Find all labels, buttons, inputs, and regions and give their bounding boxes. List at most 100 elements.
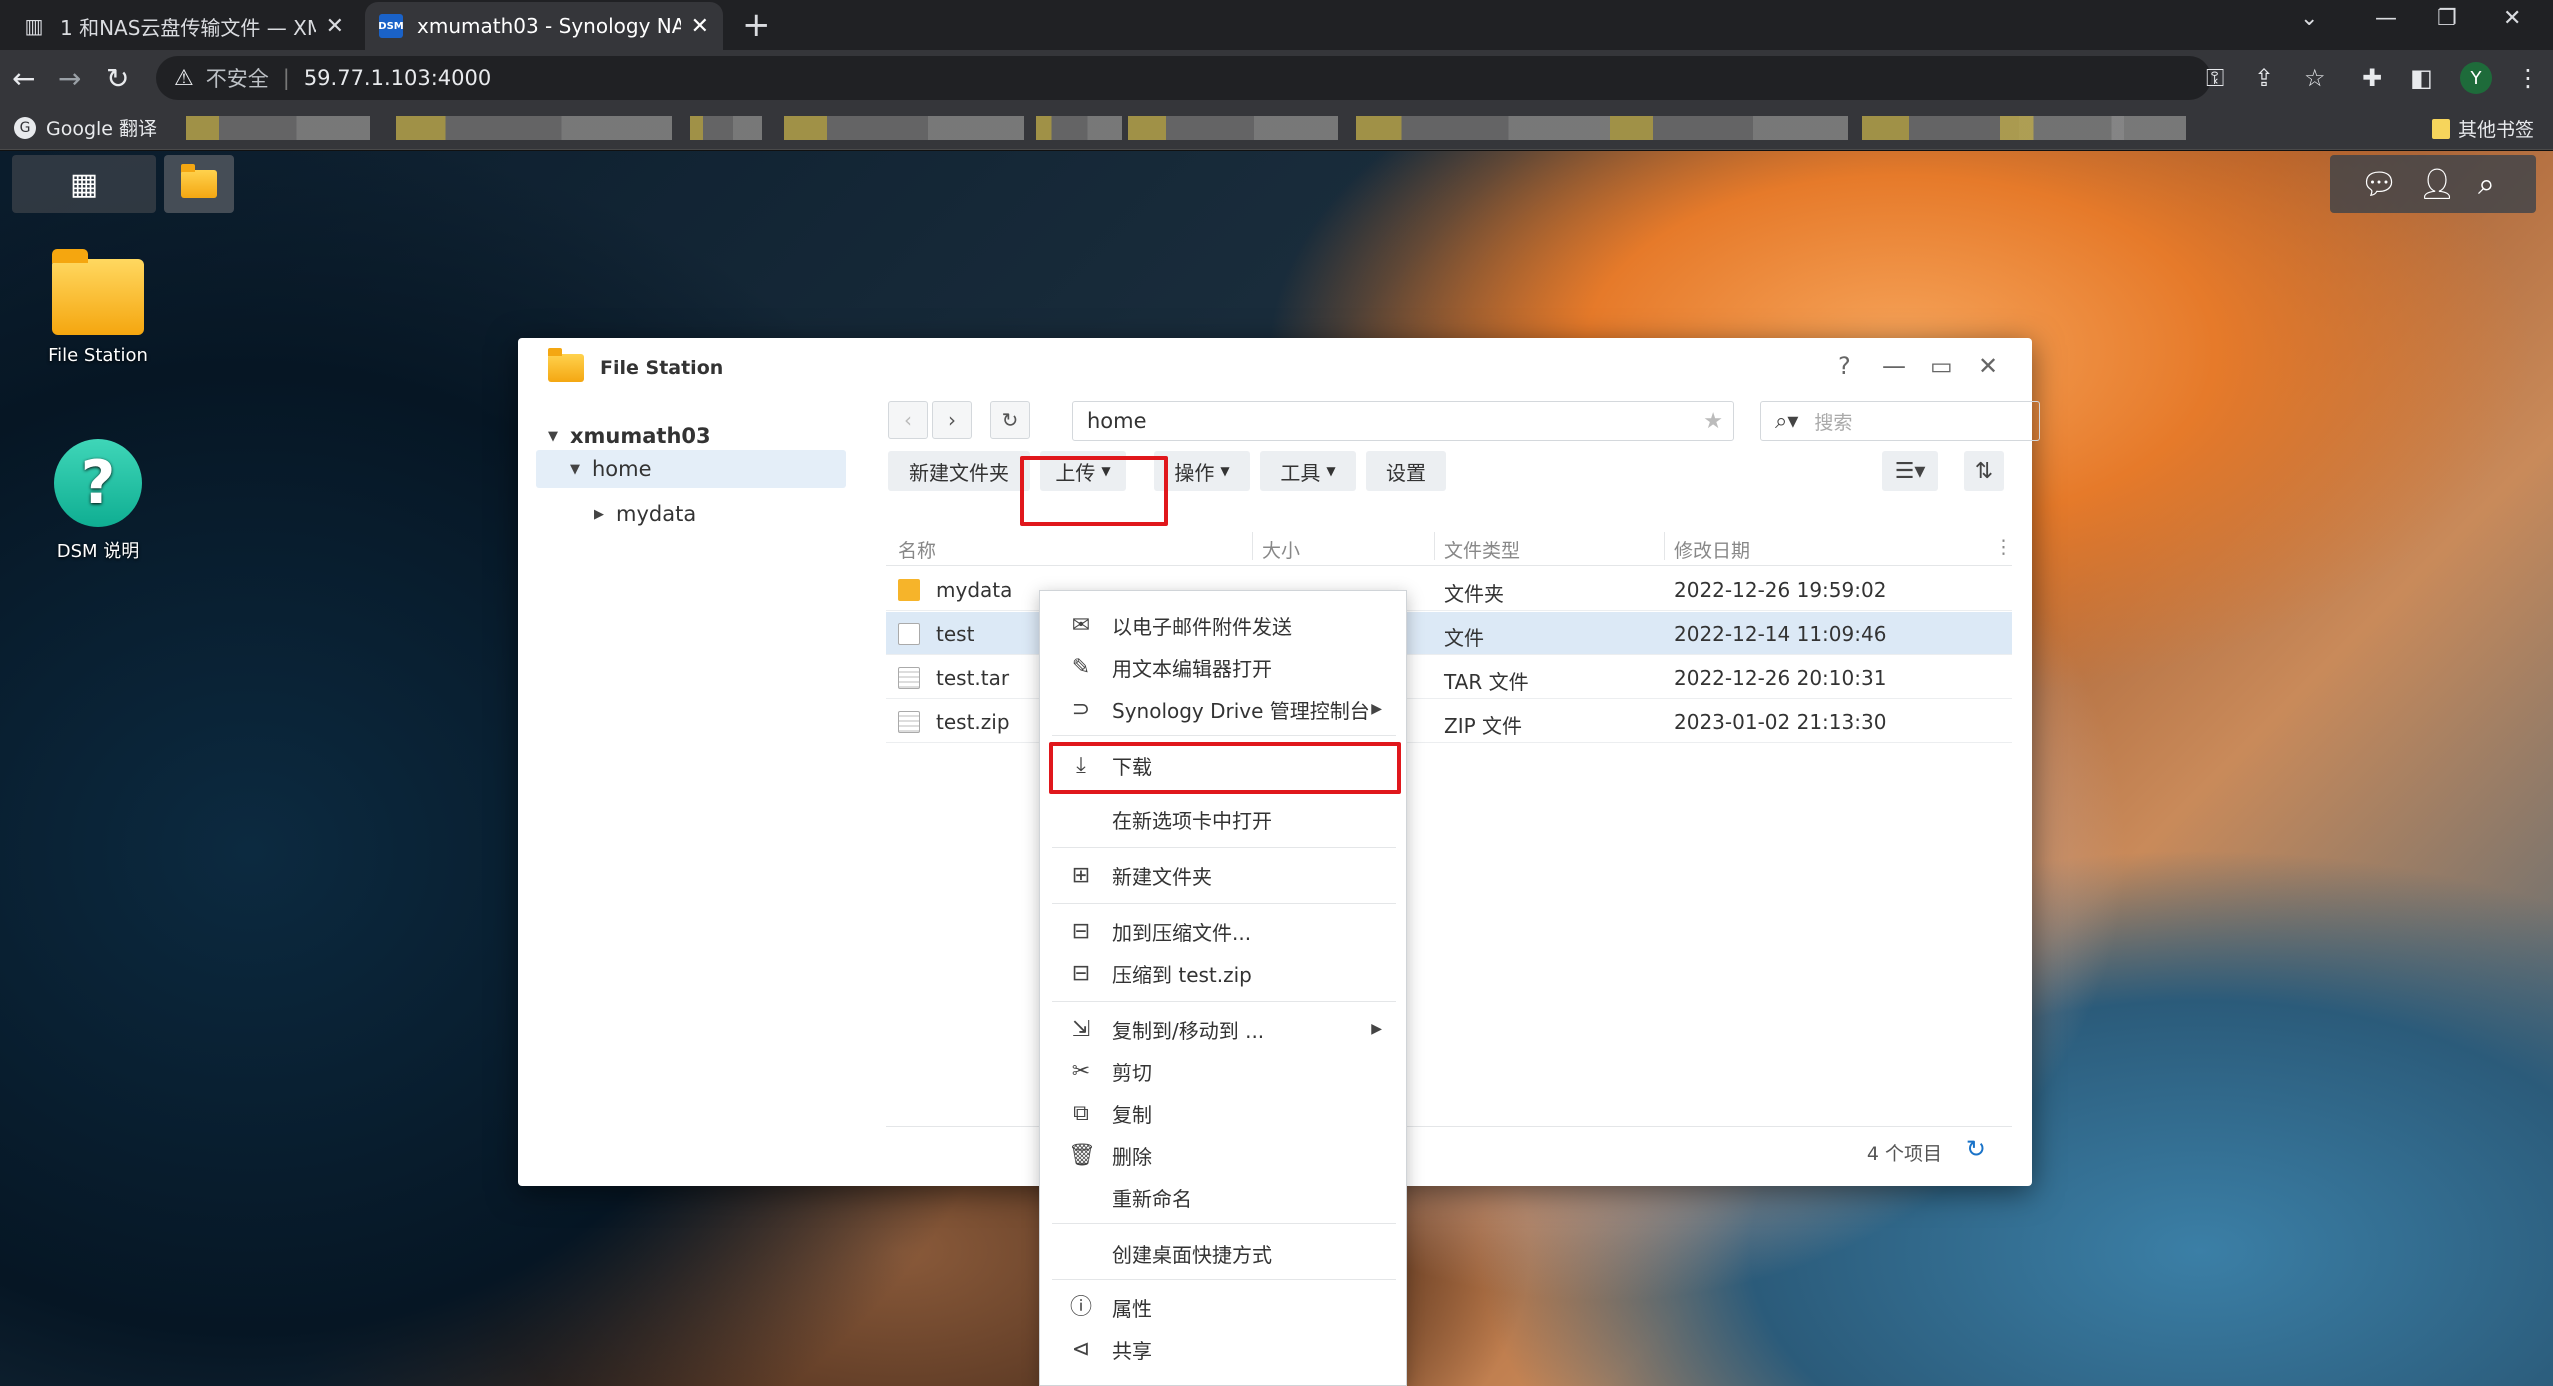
path-text: home (1087, 409, 1147, 433)
menu-item-copy[interactable]: ⧉ 复制 (1040, 1093, 1408, 1133)
column-type[interactable]: 文件类型 (1444, 536, 1520, 563)
bookmark-blurred[interactable] (784, 116, 1024, 140)
main-menu-button[interactable]: ▦ (12, 155, 156, 213)
more-menu-icon[interactable]: ⋮ (2516, 64, 2540, 92)
settings-button[interactable]: 设置 (1366, 451, 1446, 491)
menu-item-share[interactable]: ⊲ 共享 (1040, 1329, 1408, 1369)
menu-item-email[interactable]: ✉ 以电子邮件附件发送 (1040, 605, 1408, 645)
sort-icon: ⇅ (1974, 458, 1994, 484)
other-bookmarks[interactable]: 其他书签 (2432, 115, 2534, 142)
side-panel-icon[interactable]: ◧ (2410, 64, 2433, 92)
tree-node-mydata[interactable]: ▶ mydata (594, 496, 696, 532)
menu-item-delete[interactable]: 🗑︎ 删除 (1040, 1135, 1408, 1175)
minimize-window-icon[interactable]: — (2375, 6, 2397, 31)
share-page-icon[interactable]: ⇪ (2254, 64, 2274, 92)
key-icon[interactable]: ⚿ (2206, 64, 2224, 92)
profile-avatar[interactable]: Y (2460, 62, 2492, 94)
close-button[interactable]: ✕ (1978, 352, 1998, 380)
menu-item-cut[interactable]: ✂ 剪切 (1040, 1051, 1408, 1091)
search-placeholder: 搜索 (1814, 411, 1853, 434)
menu-item-add-archive[interactable]: ⊟ 加到压缩文件... (1040, 911, 1408, 951)
bookmark-star-icon[interactable]: ☆ (2304, 64, 2326, 92)
notification-bubble-icon[interactable]: 💬︎ (2360, 167, 2398, 202)
help-button[interactable]: ? (1838, 352, 1851, 380)
bookmark-blurred[interactable] (1128, 116, 1338, 140)
restore-window-icon[interactable]: ❐ (2437, 6, 2457, 31)
menu-item-properties[interactable]: ⓘ 属性 (1040, 1287, 1408, 1327)
tree-label: xmumath03 (570, 424, 711, 448)
back-button[interactable]: ‹ (888, 401, 928, 439)
bookmark-blurred[interactable] (1356, 116, 1610, 140)
column-name[interactable]: 名称 (898, 536, 936, 563)
path-bar[interactable]: home ★ (1072, 401, 1734, 441)
extensions-icon[interactable]: ✚ (2362, 64, 2382, 92)
user-icon[interactable]: 👤︎ (2418, 167, 2456, 202)
minimize-button[interactable]: — (1882, 352, 1906, 380)
bookmark-blurred[interactable] (2000, 116, 2186, 140)
list-view-button[interactable]: ☰▾ (1882, 451, 1938, 491)
menu-label: Synology Drive 管理控制台 (1112, 698, 1370, 723)
caret-down-icon: ▼ (548, 428, 558, 444)
desktop-icon-dsm-help[interactable]: ? DSM 说明 (18, 439, 178, 563)
reload-icon[interactable]: ↻ (106, 62, 129, 95)
desktop-icon-file-station[interactable]: File Station (18, 249, 178, 366)
forward-button[interactable]: › (932, 401, 972, 439)
menu-label: 用文本编辑器打开 (1112, 656, 1272, 681)
favorite-star-icon[interactable]: ★ (1703, 409, 1723, 434)
tab-search-chevron-icon[interactable]: ⌄ (2300, 6, 2318, 31)
menu-item-synology-drive[interactable]: ⊃ Synology Drive 管理控制台 ▶ (1040, 689, 1408, 729)
folder-icon (2432, 118, 2450, 139)
forward-arrow-icon[interactable]: → (58, 62, 81, 95)
new-tab-button[interactable]: + (742, 8, 771, 42)
tab-title: 1 和NAS云盘传输文件 — XMU (60, 15, 316, 40)
sort-button[interactable]: ⇅ (1964, 451, 2004, 491)
bookmark-google-translate[interactable]: G Google 翻译 (14, 114, 157, 141)
file-name: test.tar (936, 666, 1010, 690)
menu-item-open-new-tab[interactable]: 在新选项卡中打开 (1040, 799, 1408, 839)
menu-item-compress-zip[interactable]: ⊟ 压缩到 test.zip (1040, 953, 1408, 993)
close-icon[interactable]: ✕ (691, 14, 709, 39)
bookmark-blurred[interactable] (396, 116, 672, 140)
tools-button[interactable]: 工具 ▼ (1260, 451, 1356, 491)
close-window-icon[interactable]: ✕ (2503, 6, 2521, 31)
tree-node-home[interactable]: ▼ home (536, 450, 846, 488)
button-label: 工具 (1280, 460, 1321, 485)
column-modified[interactable]: 修改日期 (1674, 536, 1750, 563)
file-icon (898, 623, 920, 645)
column-size[interactable]: 大小 (1262, 536, 1300, 563)
maximize-button[interactable]: ▭ (1930, 352, 1953, 380)
action-button[interactable]: 操作 ▼ (1154, 451, 1250, 491)
menu-item-desktop-shortcut[interactable]: 创建桌面快捷方式 (1040, 1233, 1408, 1273)
bookmark-blurred[interactable] (186, 116, 370, 140)
menu-item-new-folder[interactable]: ⊞ 新建文件夹 (1040, 855, 1408, 895)
taskbar-file-station[interactable] (164, 155, 234, 213)
menu-item-copy-move[interactable]: ⇲ 复制到/移动到 ... ▶ (1040, 1009, 1408, 1049)
tab-synology-nas[interactable]: DSM xmumath03 - Synology NAS ✕ (365, 2, 723, 50)
chevron-right-icon: › (948, 408, 956, 432)
trash-icon: 🗑︎ (1068, 1143, 1096, 1168)
window-title-bar[interactable]: File Station (518, 338, 2032, 398)
folder-icon (52, 249, 144, 335)
tab-xmu-docs[interactable]: ▥ 1 和NAS云盘传输文件 — XMU ✕ (8, 2, 358, 50)
button-label: 操作 (1174, 460, 1215, 485)
column-menu-icon[interactable]: ⋮ (1994, 536, 2013, 558)
file-type: TAR 文件 (1444, 670, 1529, 694)
menu-item-text-editor[interactable]: ✎ 用文本编辑器打开 (1040, 647, 1408, 687)
search-input[interactable]: ⌕▾ 搜索 (1760, 401, 2040, 441)
browser-tab-strip: ▥ 1 和NAS云盘传输文件 — XMU ✕ DSM xmumath03 - S… (0, 0, 2553, 50)
bookmark-blurred[interactable] (1036, 116, 1122, 140)
back-arrow-icon[interactable]: ← (12, 62, 35, 95)
address-bar[interactable]: ⚠ 不安全 | 59.77.1.103:4000 (156, 56, 2211, 100)
folder-icon (548, 348, 584, 382)
refresh-button[interactable]: ↻ (990, 401, 1030, 439)
bookmark-blurred[interactable] (1610, 116, 1848, 140)
new-folder-button[interactable]: 新建文件夹 (888, 451, 1030, 491)
tree-root-xmumath03[interactable]: ▼ xmumath03 (548, 418, 711, 454)
refresh-icon[interactable]: ↻ (1966, 1135, 1986, 1163)
search-icon[interactable]: ⌕ (2478, 167, 2495, 202)
bookmark-blurred[interactable] (690, 116, 762, 140)
close-icon[interactable]: ✕ (326, 14, 344, 39)
item-count: 4 个项目 (1866, 1143, 1942, 1165)
menu-item-rename[interactable]: 重新命名 (1040, 1177, 1408, 1217)
file-name: mydata (936, 578, 1013, 602)
